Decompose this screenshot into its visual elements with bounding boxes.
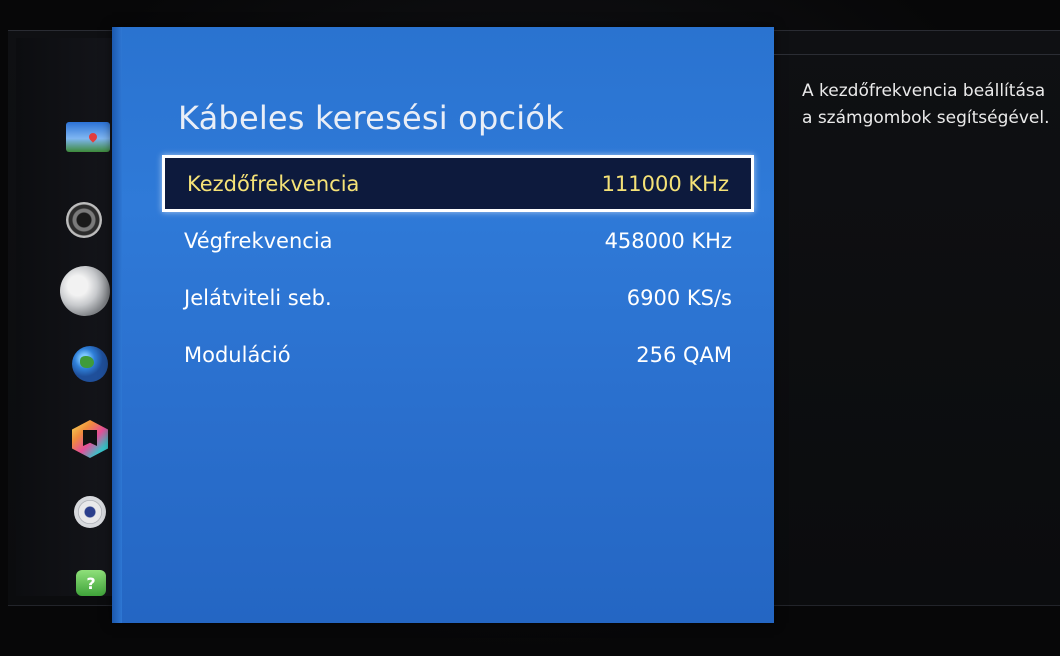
- options-menu: Kezdőfrekvencia 111000 KHz Végfrekvencia…: [162, 155, 754, 383]
- broadcast-icon[interactable]: [52, 258, 118, 324]
- menu-item-value: 6900 KS/s: [626, 285, 732, 310]
- menu-item-end-frequency[interactable]: Végfrekvencia 458000 KHz: [162, 212, 754, 269]
- category-sidebar: ?: [16, 38, 118, 596]
- menu-item-symbol-rate[interactable]: Jelátviteli seb. 6900 KS/s: [162, 269, 754, 326]
- menu-item-label: Jelátviteli seb.: [184, 285, 332, 310]
- map-pin-icon: [87, 131, 99, 143]
- page-title: Kábeles keresési opciók: [178, 99, 564, 137]
- sound-icon[interactable]: [66, 202, 102, 238]
- menu-item-start-frequency[interactable]: Kezdőfrekvencia 111000 KHz: [162, 155, 754, 212]
- settings-panel: Kábeles keresési opciók Kezdőfrekvencia …: [112, 27, 774, 623]
- system-icon[interactable]: [74, 496, 106, 528]
- menu-item-value: 458000 KHz: [604, 228, 732, 253]
- support-icon[interactable]: ?: [76, 570, 106, 596]
- help-description: A kezdőfrekvencia beállítása a számgombo…: [802, 81, 1050, 128]
- menu-item-modulation[interactable]: Moduláció 256 QAM: [162, 326, 754, 383]
- help-divider: [774, 54, 1060, 55]
- menu-item-value: 256 QAM: [636, 342, 732, 367]
- menu-item-label: Kezdőfrekvencia: [187, 171, 360, 196]
- menu-item-label: Végfrekvencia: [184, 228, 333, 253]
- panel-edge: [112, 27, 122, 623]
- menu-item-value: 111000 KHz: [601, 171, 729, 196]
- picture-icon[interactable]: [66, 122, 110, 152]
- menu-item-label: Moduláció: [184, 342, 291, 367]
- network-icon[interactable]: [72, 346, 108, 382]
- tv-screen: ? Kábeles keresési opciók Kezdőfrekvenci…: [0, 0, 1060, 656]
- smart-features-icon[interactable]: [72, 420, 108, 458]
